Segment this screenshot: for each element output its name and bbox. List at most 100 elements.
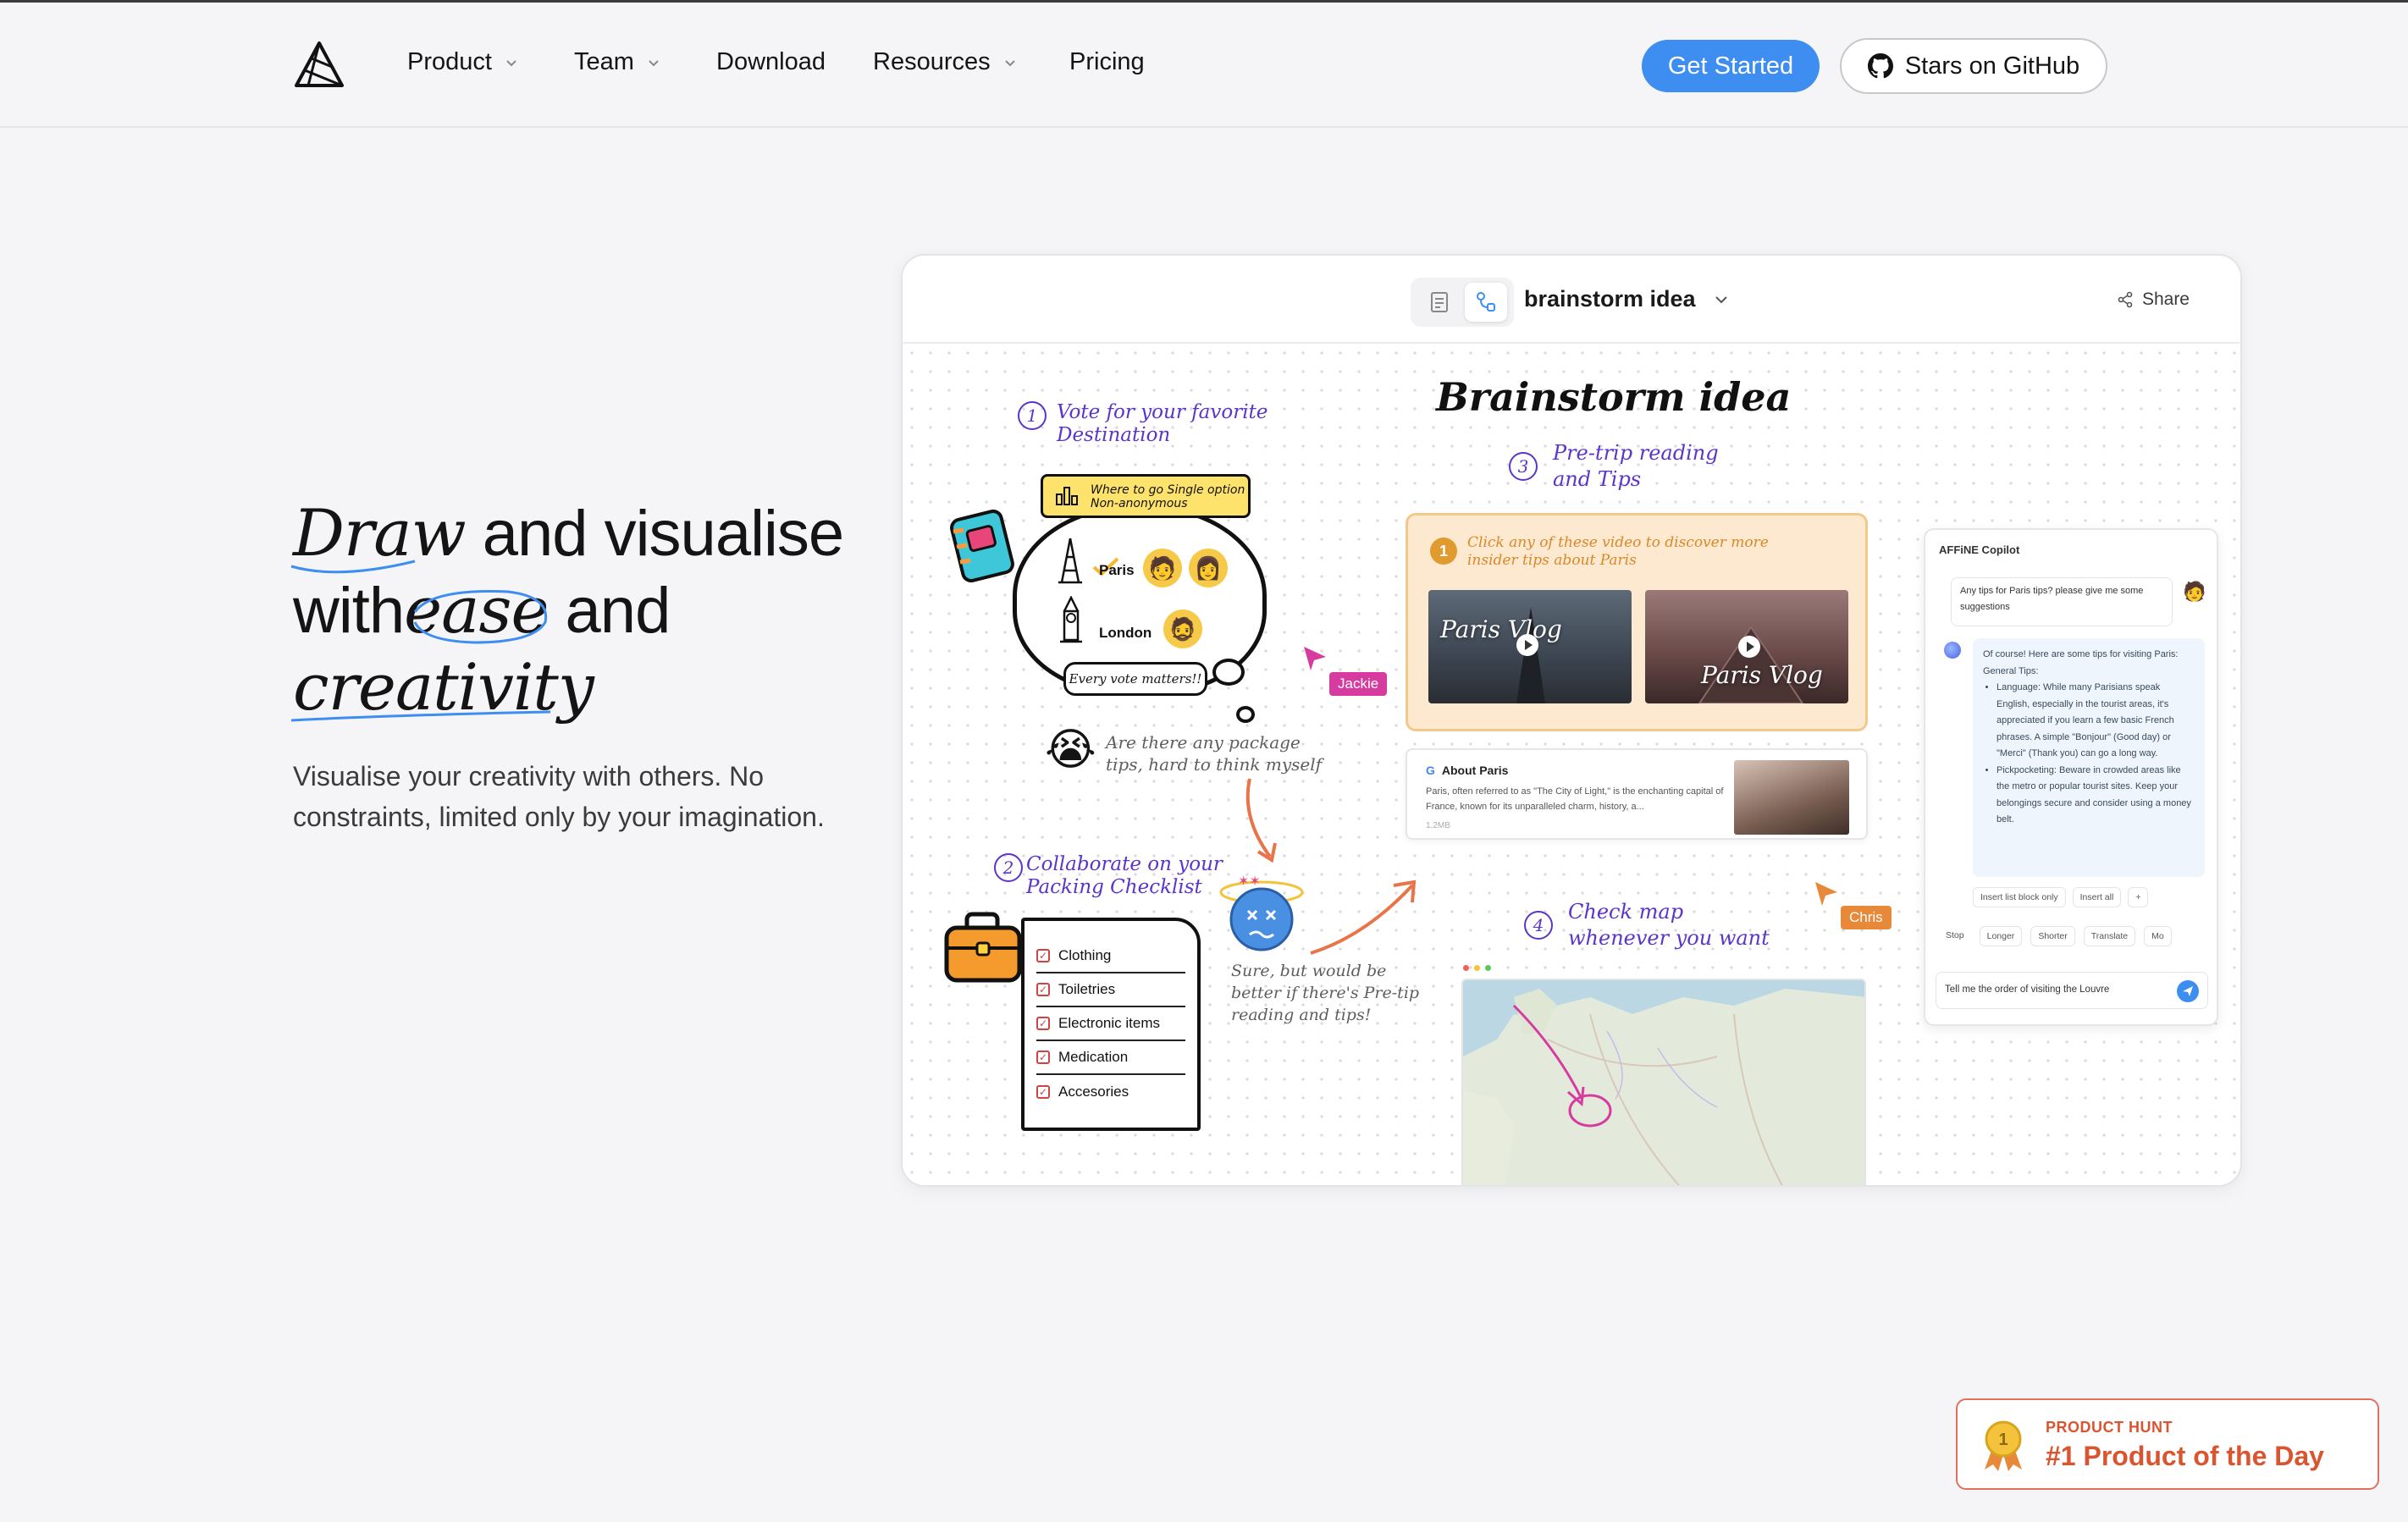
avatar: 👩 xyxy=(1189,549,1228,587)
edgeless-icon xyxy=(1476,292,1495,312)
google-icon: G xyxy=(1426,764,1435,777)
step-1-label: Vote for your favorite Destination xyxy=(1057,401,1268,446)
app-header: brainstorm idea Share xyxy=(903,256,2240,344)
step-2-number: 2 xyxy=(994,853,1023,882)
eiffel-tower-icon xyxy=(1058,538,1082,584)
copilot-answer-actions: Insert list block only Insert all + xyxy=(1973,887,2149,907)
video-thumbnail-2[interactable]: Paris Vlog xyxy=(1645,590,1848,703)
svg-text:1: 1 xyxy=(1998,1431,2008,1449)
nav-item-resources[interactable]: Resources xyxy=(873,48,1018,76)
bookmark-description: Paris, often referred to as "The City of… xyxy=(1426,786,1724,812)
chevron-down-icon xyxy=(1715,295,1727,303)
shorter-button[interactable]: Shorter xyxy=(2030,926,2075,946)
avatar: 🧔 xyxy=(1163,609,1202,648)
nav-item-team[interactable]: Team xyxy=(574,48,661,76)
stop-button[interactable]: Stop xyxy=(1939,926,1971,946)
edgeless-mode-button[interactable] xyxy=(1464,283,1507,322)
user-avatar: 🧑 xyxy=(2183,581,2206,602)
checklist-item[interactable]: ✓ Clothing xyxy=(1036,940,1185,973)
dizzy-face-icon: ✶✶ xyxy=(1219,873,1304,951)
map-embed[interactable] xyxy=(1461,979,1866,1185)
checklist-item[interactable]: ✓ Accesories xyxy=(1036,1075,1185,1109)
map-window-controls xyxy=(1463,965,1491,971)
copilot-input[interactable]: Tell me the order of visiting the Louvre xyxy=(1936,972,2208,1009)
nav-item-product[interactable]: Product xyxy=(407,48,519,76)
send-icon[interactable] xyxy=(2177,980,2199,1002)
badge-title: #1 Product of the Day xyxy=(2046,1441,2324,1471)
step-3-number: 3 xyxy=(1509,452,1538,481)
insert-list-button[interactable]: Insert list block only xyxy=(1973,887,2066,907)
reply-note: Sure, but would be better if there's Pre… xyxy=(1231,962,1420,1024)
page-mode-button[interactable] xyxy=(1418,283,1461,322)
play-icon[interactable] xyxy=(1738,636,1760,658)
badge-label: PRODUCT HUNT xyxy=(2046,1419,2173,1436)
packing-checklist: ✓ Clothing ✓ Toiletries ✓ Electronic items … xyxy=(1021,918,1201,1131)
app-preview-window: brainstorm idea Share Brainstorm idea 1 … xyxy=(901,254,2242,1187)
translate-button[interactable]: Translate xyxy=(2083,926,2136,946)
page-icon xyxy=(1430,292,1448,312)
share-button[interactable]: Share xyxy=(2117,290,2190,310)
collaborator-cursor-jackie: Jackie xyxy=(1329,672,1388,696)
every-vote-note: Every vote matters!! xyxy=(1063,662,1207,696)
checkbox-icon[interactable]: ✓ xyxy=(1036,1017,1050,1030)
checkbox-icon[interactable]: ✓ xyxy=(1036,1085,1050,1099)
get-started-button[interactable]: Get Started xyxy=(1642,40,1820,92)
copilot-user-question: Any tips for Paris tips? please give me … xyxy=(1951,577,2173,626)
insert-all-button[interactable]: Insert all xyxy=(2072,887,2122,907)
chevron-down-icon xyxy=(1004,59,1015,66)
checklist-item[interactable]: ✓ Medication xyxy=(1036,1041,1185,1075)
chevron-down-icon xyxy=(506,59,516,66)
step-4-label: Check map whenever you want xyxy=(1568,900,1770,950)
product-hunt-badge[interactable]: 1 PRODUCT HUNT #1 Product of the Day xyxy=(1956,1398,2379,1490)
github-stars-button[interactable]: Stars on GitHub xyxy=(1840,38,2107,94)
chart-icon xyxy=(1056,487,1078,505)
checkbox-icon[interactable]: ✓ xyxy=(1036,983,1050,996)
step-4-number: 4 xyxy=(1524,911,1553,940)
bookmark-meta: 1.2MB xyxy=(1426,821,1450,830)
svg-text:✶✶: ✶✶ xyxy=(1238,873,1261,889)
share-icon xyxy=(2118,291,2133,308)
whiteboard-canvas[interactable]: Brainstorm idea 1 Vote for your favorite… xyxy=(903,344,2240,1185)
affine-logo-icon[interactable] xyxy=(293,40,345,89)
document-title[interactable]: brainstorm idea xyxy=(1524,286,1730,312)
github-icon xyxy=(1867,53,1893,79)
crying-emoji-icon: 😭 xyxy=(1045,725,1096,775)
hint-number-badge: 1 xyxy=(1430,538,1457,565)
top-navigation: Product Team Download Resources Pricing … xyxy=(0,0,2408,128)
cursor-pointer-icon xyxy=(1815,882,1837,906)
minimize-dot-icon xyxy=(1474,965,1480,971)
arrow-right-icon xyxy=(1310,880,1417,955)
notebook-sticker-icon xyxy=(950,510,1014,582)
checklist-item[interactable]: ✓ Toiletries xyxy=(1036,973,1185,1007)
longer-button[interactable]: Longer xyxy=(1979,926,2023,946)
package-tips-note: Are there any package tips, hard to thin… xyxy=(1106,732,1323,775)
more-mode-button[interactable]: Mo xyxy=(2144,926,2172,946)
copilot-modes: Stop Longer Shorter Translate Mo xyxy=(1939,926,2172,946)
board-title: Brainstorm idea xyxy=(1436,374,1792,420)
video-hint-text: Click any of these video to discover mor… xyxy=(1467,534,1769,569)
big-ben-icon xyxy=(1060,596,1082,643)
europe-map xyxy=(1463,980,1864,1185)
checkbox-icon[interactable]: ✓ xyxy=(1036,1051,1050,1064)
copilot-answer: Of course! Here are some tips for visiti… xyxy=(1973,638,2205,877)
mode-switcher xyxy=(1411,278,1514,327)
step-3-label: Pre-trip reading and Tips xyxy=(1553,441,1719,491)
checkbox-icon[interactable]: ✓ xyxy=(1036,949,1050,962)
checklist-item[interactable]: ✓ Electronic items xyxy=(1036,1007,1185,1041)
vote-option-london[interactable]: London xyxy=(1099,625,1152,642)
avatar: 🧑 xyxy=(1143,549,1182,587)
nav-item-download[interactable]: Download xyxy=(716,48,826,76)
video-thumbnail-1[interactable]: Paris Vlog xyxy=(1428,590,1632,703)
step-2-label: Collaborate on your Packing Checklist xyxy=(1026,853,1223,898)
vote-option-paris[interactable]: Paris xyxy=(1099,562,1135,579)
nav-item-pricing[interactable]: Pricing xyxy=(1069,48,1145,76)
collaborator-cursor-chris: Chris xyxy=(1841,906,1892,929)
chevron-down-icon xyxy=(649,59,659,66)
more-actions-button[interactable]: + xyxy=(2128,887,2149,907)
bookmark-card[interactable]: G About Paris Paris, often referred to a… xyxy=(1406,748,1868,840)
ai-copilot-panel: AFFiNE Copilot Any tips for Paris tips? … xyxy=(1924,528,2218,1026)
play-icon[interactable] xyxy=(1516,634,1538,656)
medal-icon: 1 xyxy=(1985,1420,2022,1471)
cursor-pointer-icon xyxy=(1304,647,1326,670)
bookmark-title: About Paris xyxy=(1441,764,1509,777)
